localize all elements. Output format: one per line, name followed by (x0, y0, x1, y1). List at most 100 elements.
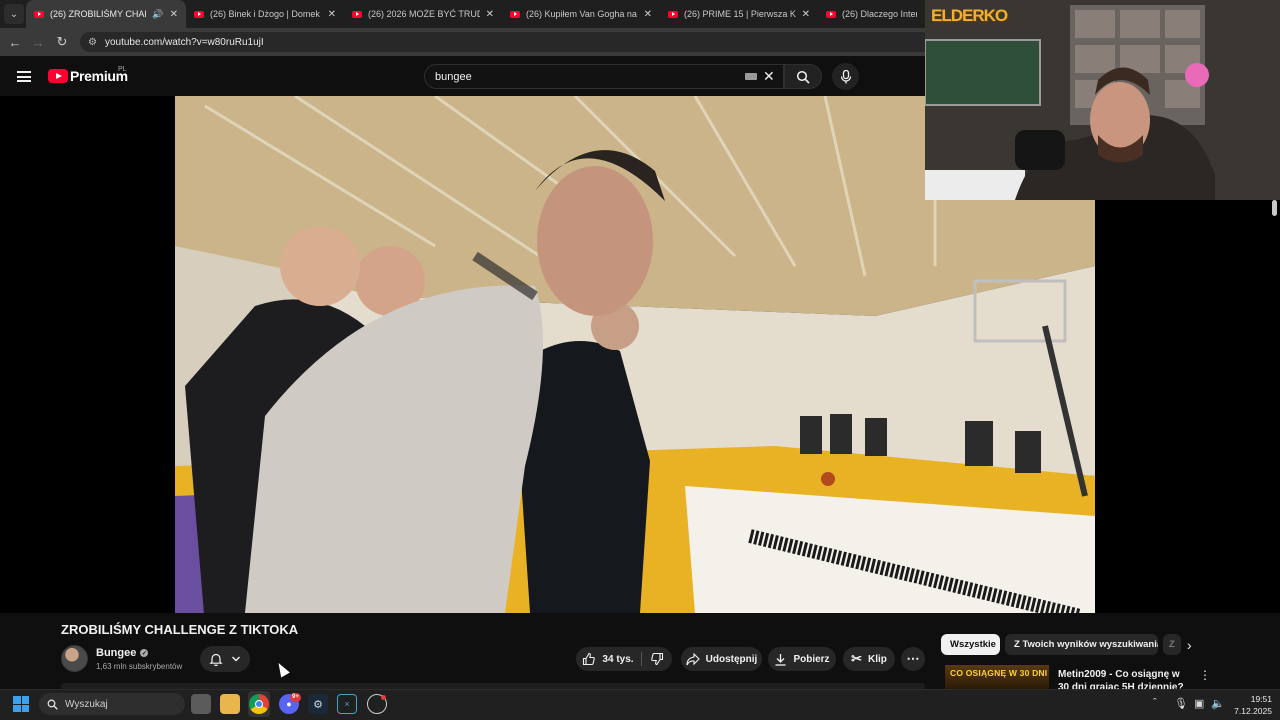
thumbs-down-icon (651, 652, 664, 666)
chip-label: Z (1169, 639, 1175, 650)
share-button[interactable]: Udostępnij (681, 647, 762, 671)
tab-close-icon[interactable]: ✕ (644, 9, 652, 20)
search-input-value: bungee (435, 70, 472, 83)
more-vertical-icon[interactable]: ⋮ (1199, 668, 1211, 682)
tray-microphone-icon[interactable]: 🎙 (1174, 697, 1188, 710)
clock-time: 19:51 (1250, 694, 1272, 704)
channel-avatar[interactable] (61, 645, 88, 672)
streamer-logo: ELDERKO (931, 6, 1008, 25)
scissors-icon: ✂ (851, 651, 862, 666)
chip-label: Z Twoich wyników wyszukiwania (1014, 639, 1158, 650)
browser-tab[interactable]: (26) PRIME 15 | Pierwsza KONF ✕ (660, 0, 818, 28)
tab-title: (26) Binek i Dżogo | Domek dla (210, 9, 322, 19)
chevron-right-icon[interactable]: › (1187, 637, 1192, 653)
browser-tab[interactable]: (26) Dlaczego Internet Z (818, 0, 925, 28)
terminal-icon[interactable]: × (337, 694, 357, 714)
like-button[interactable]: 34 tys. (576, 647, 640, 671)
tab-close-icon[interactable]: ✕ (328, 9, 336, 20)
microphone-icon (840, 69, 851, 83)
tray-network-icon[interactable]: ▣ (1194, 697, 1204, 710)
forward-arrow-icon[interactable]: → (29, 33, 47, 51)
task-view-icon[interactable] (191, 694, 211, 714)
browser-tab-active[interactable]: (26) ZROBILIŚMY CHALLENGE 🔊 ✕ (26, 0, 186, 28)
notification-dot (381, 695, 386, 700)
thumbnail-text: CO OSIĄGNĘ W 30 DNI (950, 668, 1048, 678)
search-button[interactable] (784, 64, 822, 89)
tab-close-icon[interactable]: ✕ (486, 9, 494, 20)
channel-name[interactable]: Bungee (96, 647, 136, 659)
webcam-feed-image (925, 0, 1280, 200)
tab-title: (26) 2026 MOŻE BYĆ TRUDNY (368, 9, 480, 19)
taskbar-search-placeholder: Wyszukaj (65, 698, 108, 710)
download-label: Pobierz (793, 653, 830, 665)
tab-search-chevron-icon[interactable]: ⌄ (4, 4, 24, 24)
recommended-video-thumbnail[interactable]: CO OSIĄGNĘ W 30 DNI (945, 665, 1049, 689)
tab-title: (26) Dlaczego Internet Z (842, 9, 917, 19)
youtube-favicon-icon (34, 10, 44, 18)
browser-tab[interactable]: (26) 2026 MOŻE BYĆ TRUDNY ✕ (344, 0, 502, 28)
search-icon (47, 699, 58, 710)
browser-tab[interactable]: (26) Binek i Dżogo | Domek dla ✕ (186, 0, 344, 28)
mouse-cursor (274, 660, 290, 678)
youtube-logo-icon[interactable] (48, 69, 68, 83)
clock-date: 7.12.2025 (1234, 706, 1272, 716)
download-icon (775, 653, 786, 666)
share-arrow-icon (686, 652, 700, 665)
clip-label: Klip (868, 653, 887, 665)
tab-title: (26) PRIME 15 | Pierwsza KONF (684, 9, 796, 19)
dislike-button[interactable] (643, 647, 671, 671)
clip-button[interactable]: ✂ Klip (843, 647, 895, 671)
like-divider (641, 652, 642, 666)
file-explorer-icon[interactable] (220, 694, 240, 714)
clear-search-icon[interactable]: ✕ (763, 68, 775, 85)
bell-icon (209, 653, 223, 666)
tray-chevron-up-icon[interactable]: ˆ (1153, 697, 1157, 709)
youtube-favicon-icon (194, 10, 204, 18)
browser-tab[interactable]: (26) Kupiłem Van Gogha na Ch ✕ (502, 0, 660, 28)
streamer-webcam-overlay: ELDERKO (925, 0, 1280, 200)
thumbs-up-icon (583, 652, 596, 666)
tab-close-icon[interactable]: ✕ (170, 9, 178, 20)
steam-icon[interactable]: ⚙ (308, 694, 328, 714)
page-scrollbar-thumb[interactable] (1272, 200, 1277, 216)
menu-hamburger-icon[interactable] (17, 71, 31, 82)
reload-icon[interactable]: ↻ (53, 33, 71, 51)
region-code: PL (118, 66, 127, 73)
subscription-bell-button[interactable] (200, 646, 250, 672)
like-count: 34 tys. (602, 653, 634, 665)
tab-close-icon[interactable]: ✕ (802, 9, 810, 20)
verified-check-icon: ✓ (140, 649, 149, 657)
tray-volume-icon[interactable]: 🔈 (1211, 697, 1225, 710)
chip-partial[interactable]: Z (1163, 634, 1181, 655)
windows-start-icon[interactable] (13, 696, 29, 712)
search-input[interactable]: bungee (424, 64, 784, 89)
channel-name-row[interactable]: Bungee ✓ (96, 647, 149, 659)
tab-title: (26) ZROBILIŚMY CHALLENGE (50, 9, 146, 19)
tab-title: (26) Kupiłem Van Gogha na Ch (526, 9, 638, 19)
subscriber-count: 1,63 mln subskrybentów (96, 662, 183, 671)
speaker-icon[interactable]: 🔊 (152, 9, 163, 20)
chrome-icon[interactable] (249, 694, 269, 714)
back-arrow-icon[interactable]: ← (6, 33, 24, 51)
chip-from-search[interactable]: Z Twoich wyników wyszukiwania (1005, 634, 1158, 655)
download-button[interactable]: Pobierz (768, 647, 836, 671)
chip-all[interactable]: Wszystkie (941, 634, 1000, 655)
chip-label: Wszystkie (950, 639, 996, 650)
discord-notification-badge: 9+ (290, 693, 301, 702)
more-horizontal-icon: ⋯ (906, 651, 920, 666)
youtube-favicon-icon (510, 10, 520, 18)
recommended-video-title[interactable]: Metin2009 - Co osiągnę w 30 dni grając 5… (1058, 668, 1193, 690)
voice-search-button[interactable] (832, 63, 859, 90)
url-bar[interactable]: ⚙ youtube.com/watch?v=w80ruRu1ujI (80, 32, 925, 52)
keyboard-icon[interactable] (745, 73, 757, 80)
video-title: ZROBILIŚMY CHALLENGE Z TIKTOKA (61, 622, 299, 637)
share-label: Udostępnij (705, 653, 758, 665)
more-actions-button[interactable]: ⋯ (901, 647, 925, 671)
chevron-down-icon (232, 656, 240, 662)
search-icon (796, 70, 810, 84)
youtube-favicon-icon (826, 10, 836, 18)
taskbar-search[interactable]: Wyszukaj (39, 693, 185, 715)
youtube-favicon-icon (668, 10, 678, 18)
taskbar-clock[interactable]: 19:51 7.12.2025 (1226, 693, 1272, 717)
site-info-icon[interactable]: ⚙ (88, 37, 97, 48)
